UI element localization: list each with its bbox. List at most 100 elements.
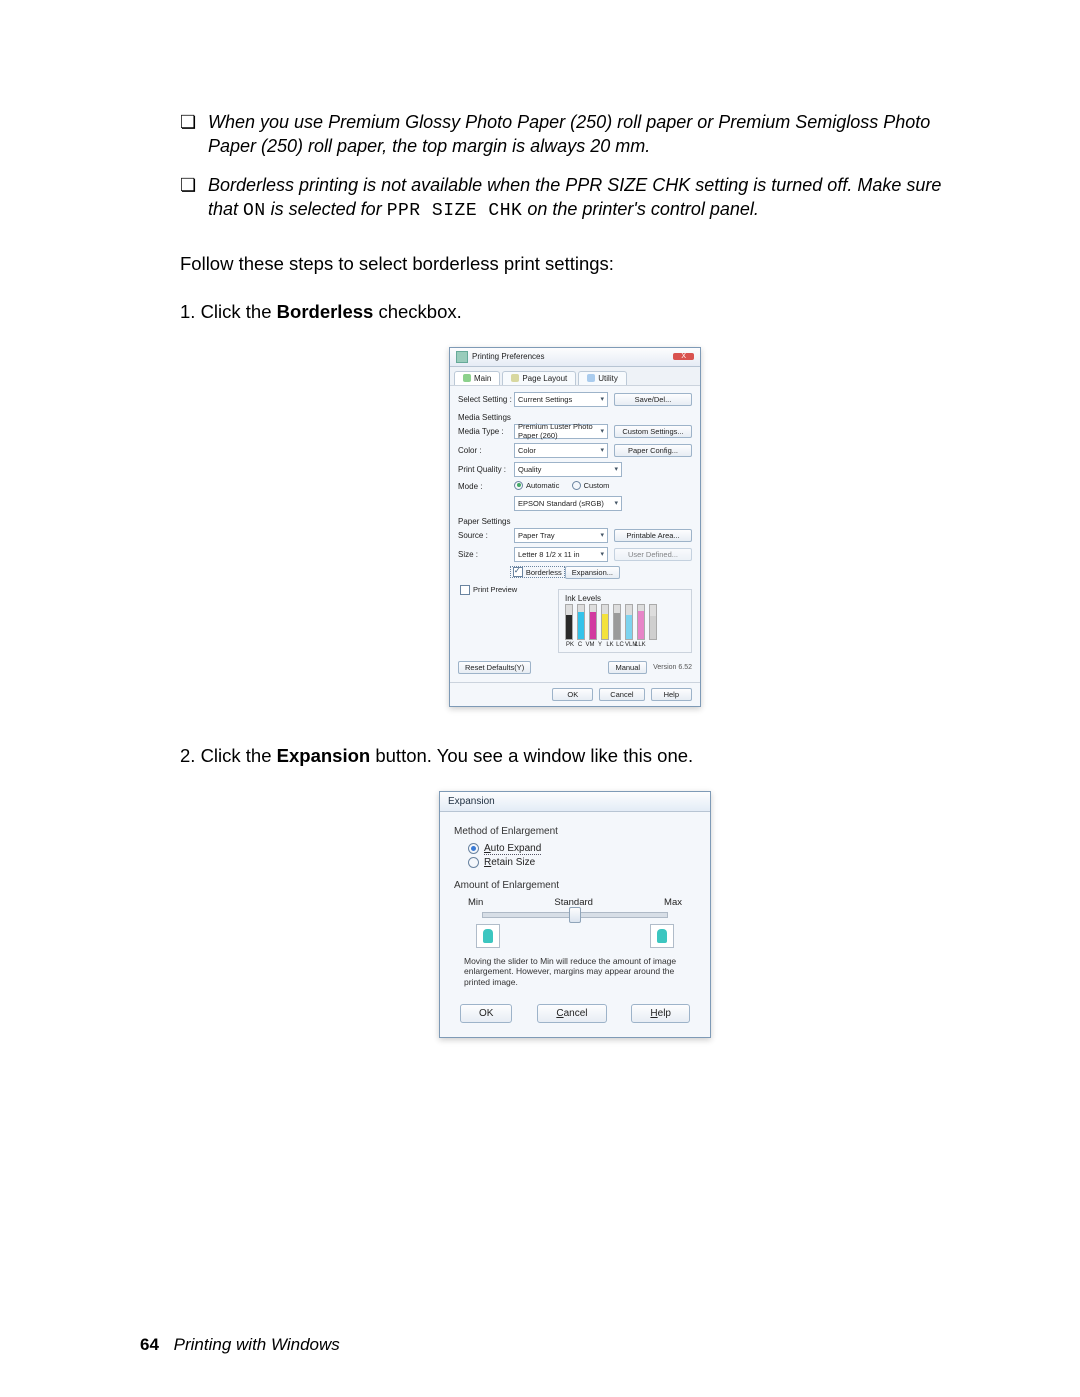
help-button[interactable]: Help [651,688,692,701]
printer-icon [456,351,468,363]
note-item: ❏ Borderless printing is not available w… [180,173,970,224]
paper-config-button[interactable]: Paper Config... [614,444,692,457]
color-combo[interactable]: Color ▾ [514,443,608,458]
amount-of-enlargement-label: Amount of Enlargement [454,880,696,891]
chevron-down-icon: ▾ [600,395,604,403]
dialog-titlebar: Expansion [440,792,710,812]
ink-bar-llk [649,604,657,640]
enlargement-slider[interactable] [482,912,668,918]
bullet-icon: ❏ [180,110,208,159]
dialog-title: Printing Preferences [472,352,544,361]
size-combo[interactable]: Letter 8 1/2 x 11 in ▾ [514,547,608,562]
media-type-combo[interactable]: Premium Luster Photo Paper (260)▾ [514,424,608,439]
slider-min-label: Min [468,897,483,908]
retain-size-radio[interactable]: Retain Size [468,857,696,868]
slider-hint-text: Moving the slider to Min will reduce the… [464,956,686,988]
cancel-button[interactable]: Cancel [537,1004,606,1023]
save-del-button[interactable]: Save/Del... [614,393,692,406]
tab-label: Main [474,374,491,383]
chevron-down-icon: ▾ [600,446,604,454]
close-button[interactable]: X [673,353,694,360]
slider-thumb[interactable] [569,907,581,923]
paper-settings-label: Paper Settings [458,517,692,526]
page-number: 64 [140,1335,159,1354]
tab-utility[interactable]: Utility [578,371,627,385]
combo-value: Current Settings [518,395,572,404]
version-text: Version 6.52 [653,664,692,671]
mode-custom-radio[interactable]: Custom [572,481,610,490]
tab-main[interactable]: Main [454,371,500,385]
manual-button[interactable]: Manual [608,661,647,674]
ink-label: VM [585,642,595,648]
mode-automatic-radio[interactable]: Automatic [514,481,559,490]
checkbox-icon [513,567,523,577]
ink-label: Y [595,642,605,648]
radio-icon [572,481,581,490]
print-quality-label: Print Quality : [458,465,514,474]
ink-bar-lk [613,604,621,640]
page-footer: 64 Printing with Windows [140,1335,340,1355]
print-quality-combo[interactable]: Quality▾ [514,462,622,477]
radio-label: Custom [584,481,610,490]
note-fragment: is selected for [266,199,387,219]
radio-icon [468,843,479,854]
mode-profile-combo[interactable]: EPSON Standard (sRGB)▾ [514,496,622,511]
help-button[interactable]: Help [631,1004,690,1023]
note-text: When you use Premium Glossy Photo Paper … [208,110,970,159]
reset-defaults-button[interactable]: Reset Defaults(Y) [458,661,531,674]
ink-levels-panel: Ink Levels PKCVMYLKLCVLMLLK [558,589,692,653]
notes-list: ❏ When you use Premium Glossy Photo Pape… [180,110,970,223]
ink-label: VLM [625,642,635,648]
expansion-button[interactable]: Expansion... [565,566,620,579]
combo-value: Letter 8 1/2 x 11 in [518,550,580,559]
combo-value: Quality [518,465,541,474]
custom-settings-button[interactable]: Custom Settings... [614,425,692,438]
printable-area-button[interactable]: Printable Area... [614,529,692,542]
code-text: PPR SIZE CHK [387,201,523,221]
step-bold: Borderless [277,301,374,322]
step-fragment: button. You see a window like this one. [370,745,693,766]
tab-label: Page Layout [522,374,567,383]
ink-bar-pk [565,604,573,640]
select-setting-combo[interactable]: Current Settings ▾ [514,392,608,407]
chevron-down-icon: ▾ [600,550,604,558]
user-defined-button[interactable]: User Defined... [614,548,692,561]
radio-icon [468,857,479,868]
intro-paragraph: Follow these steps to select borderless … [180,251,970,277]
cancel-button[interactable]: Cancel [599,688,644,701]
ink-bar-vlm [637,604,645,640]
combo-value: EPSON Standard (sRGB) [518,499,604,508]
ink-bar-y [601,604,609,640]
checkbox-label: Print Preview [473,585,517,594]
auto-expand-radio[interactable]: Auto Expand [468,843,696,855]
radio-label: Automatic [526,481,559,490]
radio-icon [514,481,523,490]
ok-button[interactable]: OK [552,688,593,701]
combo-value: Color [518,446,536,455]
ink-bar-lc [625,604,633,640]
checkbox-icon [460,585,470,595]
printing-preferences-dialog: Printing Preferences X Main Page Layout … [449,347,701,707]
step-fragment: checkbox. [373,301,461,322]
combo-value: Premium Luster Photo Paper (260) [518,422,600,440]
code-text: ON [243,201,266,221]
media-type-label: Media Type : [458,427,514,436]
slider-max-label: Max [664,897,682,908]
expansion-dialog: Expansion Method of Enlargement Auto Exp… [439,791,711,1038]
bullet-icon: ❏ [180,173,208,224]
radio-label: Auto Expand [484,843,541,855]
ink-label: PK [565,642,575,648]
source-label: Source : [458,531,514,540]
borderless-checkbox[interactable]: Borderless [510,566,565,578]
select-setting-label: Select Setting : [458,395,514,404]
tab-strip: Main Page Layout Utility [450,367,700,386]
print-preview-checkbox[interactable]: Print Preview [458,585,519,595]
ink-bar-c [577,604,585,640]
tab-page-layout[interactable]: Page Layout [502,371,576,385]
ok-button[interactable]: OK [460,1004,512,1023]
ink-label: LC [615,642,625,648]
mode-label: Mode : [458,482,514,491]
preview-max-icon [650,924,674,948]
step-bold: Expansion [277,745,371,766]
source-combo[interactable]: Paper Tray▾ [514,528,608,543]
